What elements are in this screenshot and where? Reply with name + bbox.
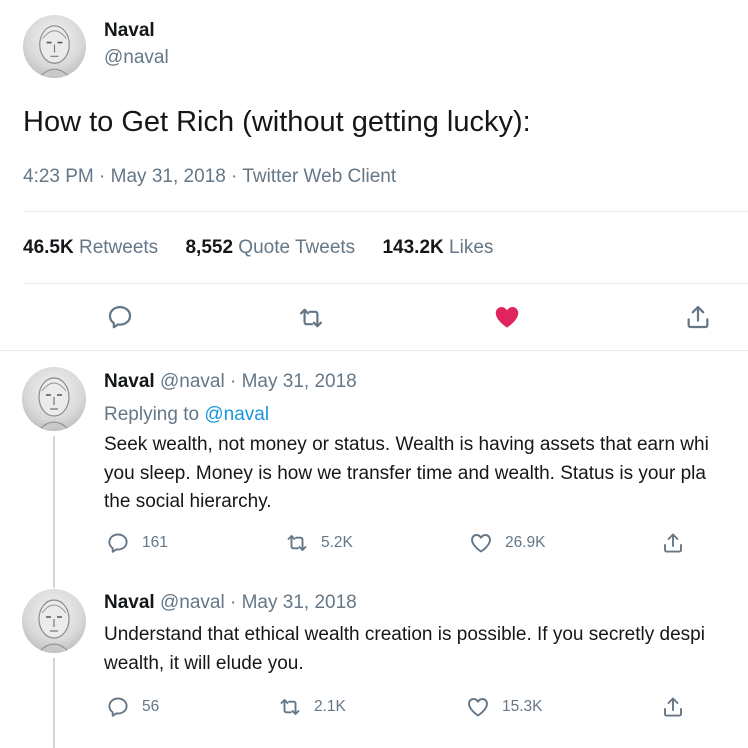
share-icon (661, 531, 685, 555)
divider (23, 211, 748, 212)
replying-prefix: Replying to (104, 404, 200, 425)
likes-count: 143.2K (382, 237, 444, 258)
avatar[interactable] (23, 15, 86, 78)
retweet-button[interactable] (297, 304, 325, 332)
reply-count: 56 (142, 698, 160, 715)
author-handle[interactable]: @naval (104, 47, 169, 69)
reply-button[interactable]: 56 (106, 695, 159, 719)
retweet-button[interactable]: 2.1K (278, 695, 346, 719)
retweet-icon (278, 695, 302, 719)
heart-icon (492, 302, 522, 332)
share-icon (661, 695, 685, 719)
share-button[interactable] (661, 531, 685, 555)
reply-icon (106, 695, 130, 719)
reply-text: Seek wealth, not money or status. Wealth… (104, 431, 709, 517)
reply-text-line: the social hierarchy. (104, 491, 272, 512)
retweet-icon (285, 531, 309, 555)
likes-stat[interactable]: 143.2K Likes (382, 237, 493, 258)
reply-text-line: Understand that ethical wealth creation … (104, 624, 705, 645)
retweet-button[interactable]: 5.2K (285, 531, 353, 555)
reply-icon (106, 303, 134, 331)
tweet-text: How to Get Rich (without getting lucky): (23, 106, 531, 138)
reply-header: Naval @naval · May 31, 2018 (104, 592, 357, 614)
reply-text-line: you sleep. Money is how we transfer time… (104, 462, 706, 484)
retweet-count: 5.2K (321, 534, 353, 551)
author-name[interactable]: Naval (104, 371, 155, 392)
tweet-meta[interactable]: 4:23 PM · May 31, 2018 · Twitter Web Cli… (23, 166, 396, 188)
like-count: 26.9K (505, 534, 546, 551)
divider (23, 283, 748, 284)
quotes-stat[interactable]: 8,552 Quote Tweets (185, 237, 360, 258)
like-count: 15.3K (502, 698, 543, 715)
reply-button[interactable] (106, 303, 134, 331)
like-button[interactable]: 15.3K (466, 695, 543, 719)
reply-text: Understand that ethical wealth creation … (104, 621, 705, 678)
reply-text-line: wealth, it will elude you. (104, 652, 304, 674)
author-name[interactable]: Naval (104, 20, 155, 42)
retweet-icon (297, 304, 325, 332)
reply-count: 161 (142, 534, 168, 551)
heart-icon (469, 531, 493, 555)
like-button[interactable]: 26.9K (469, 531, 546, 555)
stats-row: 46.5K Retweets 8,552 Quote Tweets 143.2K… (23, 237, 493, 259)
divider (0, 350, 748, 351)
quotes-count: 8,552 (185, 237, 234, 258)
quotes-label: Quote Tweets (238, 237, 356, 258)
share-button[interactable] (684, 303, 712, 331)
avatar[interactable] (22, 367, 86, 431)
retweets-label: Retweets (78, 237, 159, 258)
thread-line (53, 436, 55, 588)
share-button[interactable] (661, 695, 685, 719)
reply-button[interactable]: 161 (106, 531, 168, 555)
like-button[interactable] (492, 302, 522, 332)
retweets-count: 46.5K (23, 237, 74, 258)
avatar[interactable] (22, 589, 86, 653)
heart-icon (466, 695, 490, 719)
replying-to: Replying to @naval (104, 404, 269, 426)
handle-date[interactable]: @naval · May 31, 2018 (160, 371, 357, 392)
likes-label: Likes (449, 237, 494, 258)
author-name[interactable]: Naval (104, 592, 155, 613)
reply-text-line: Seek wealth, not money or status. Wealth… (104, 434, 709, 455)
reply-header: Naval @naval · May 31, 2018 (104, 371, 357, 393)
retweets-stat[interactable]: 46.5K Retweets (23, 237, 163, 258)
thread-line (53, 658, 55, 748)
reply-icon (106, 531, 130, 555)
share-icon (684, 303, 712, 331)
handle-date[interactable]: @naval · May 31, 2018 (160, 592, 357, 613)
retweet-count: 2.1K (314, 698, 346, 715)
replying-handle-link[interactable]: @naval (204, 404, 269, 425)
